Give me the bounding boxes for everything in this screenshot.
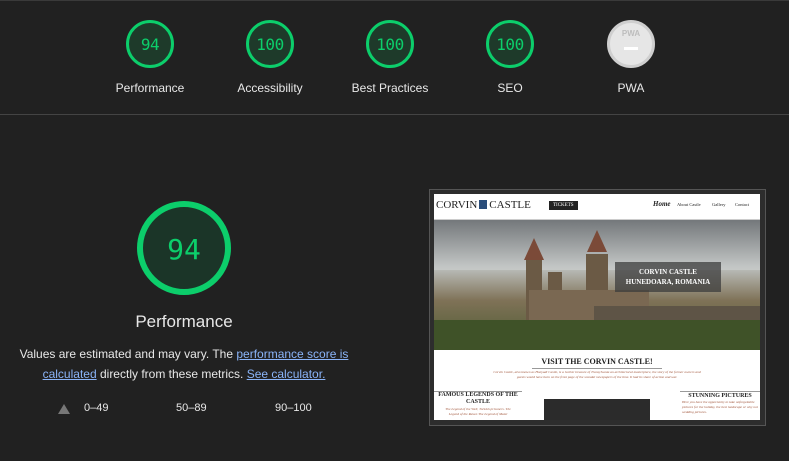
gauge-score: 100 <box>376 35 404 54</box>
dash-icon <box>624 47 638 50</box>
pwa-badge-text: PWA <box>621 29 641 38</box>
nav-home: Home <box>653 200 671 208</box>
dark-panel <box>544 399 650 420</box>
gauge-label: PWA <box>617 81 645 95</box>
fail-triangle-icon <box>58 404 70 414</box>
gauge-label: Best Practices <box>351 81 429 95</box>
logo-text: CORVIN <box>436 199 478 211</box>
performance-score-gauge: 94 <box>137 201 231 295</box>
site-logo: CORVIN CASTLE <box>436 199 531 211</box>
legend-fail: 0–49 <box>84 402 109 414</box>
legends-title: FAMOUS LEGENDS OF THE CASTLE <box>438 392 518 405</box>
nav-gallery: Gallery <box>712 202 726 207</box>
note-text: Values are estimated and may vary. The <box>19 347 237 361</box>
visit-title: VISIT THE CORVIN CASTLE! <box>541 357 653 366</box>
logo-text-2: CASTLE <box>489 199 531 211</box>
performance-score: 94 <box>167 233 201 266</box>
tickets-button: TICKETS <box>549 201 578 210</box>
gauge-ring: 94 <box>126 20 174 68</box>
gauge-score: 100 <box>256 35 284 54</box>
trees <box>434 320 760 350</box>
legends-text: The Legend of the Well, Turkish prisoner… <box>445 407 511 416</box>
final-screenshot[interactable]: CORVIN CASTLE TICKETS Home About Castle G… <box>429 189 766 426</box>
gauge-pwa[interactable]: PWA PWA <box>576 20 686 95</box>
screenshot-page: CORVIN CASTLE TICKETS Home About Castle G… <box>434 194 760 420</box>
divider <box>0 114 789 115</box>
hero-line1: CORVIN CASTLE <box>639 268 697 276</box>
category-gauges: 94 Performance 100 Accessibility 100 Bes… <box>0 0 789 114</box>
site-header: CORVIN CASTLE TICKETS Home About Castle G… <box>434 194 760 220</box>
castle-roof <box>524 238 544 260</box>
visit-text: Corvin Castle, also known as Hunyadi Cas… <box>493 370 701 379</box>
gauge-ring: 100 <box>486 20 534 68</box>
pictures-title: STUNNING PICTURES <box>688 393 752 399</box>
gauge-ring: 100 <box>366 20 414 68</box>
section-rule <box>680 391 760 392</box>
note-text: directly from these metrics. <box>96 367 247 381</box>
nav-about: About Castle <box>677 202 701 207</box>
gauge-seo[interactable]: 100 SEO <box>455 20 565 95</box>
gauge-best-practices[interactable]: 100 Best Practices <box>335 20 445 95</box>
nav-contact: Contact <box>735 202 749 207</box>
gauge-label: Performance <box>115 81 185 95</box>
visit-rule <box>532 368 662 369</box>
castle-roof <box>587 230 607 252</box>
hero-line2: HUNEDOARA, ROMANIA <box>625 278 711 286</box>
legend-average: 50–89 <box>176 402 207 414</box>
hero-caption: CORVIN CASTLE HUNEDOARA, ROMANIA <box>615 262 721 292</box>
gauge-score: 94 <box>140 35 160 54</box>
gauge-label: SEO <box>497 81 523 95</box>
pictures-text: Here you have the opportunity to take un… <box>682 400 758 414</box>
crest-icon <box>479 200 488 209</box>
score-note: Values are estimated and may vary. The p… <box>8 344 360 384</box>
hero-image: CORVIN CASTLE HUNEDOARA, ROMANIA <box>434 220 760 350</box>
gauge-performance[interactable]: 94 Performance <box>95 20 205 95</box>
gauge-label: Accessibility <box>237 81 303 95</box>
gauge-ring: 100 <box>246 20 294 68</box>
see-calculator-link[interactable]: See calculator. <box>247 367 326 381</box>
gauge-accessibility[interactable]: 100 Accessibility <box>215 20 325 95</box>
performance-title: Performance <box>135 312 233 331</box>
gauge-score: 100 <box>496 35 524 54</box>
pwa-badge-icon: PWA <box>607 20 655 68</box>
legend-pass: 90–100 <box>275 402 312 414</box>
